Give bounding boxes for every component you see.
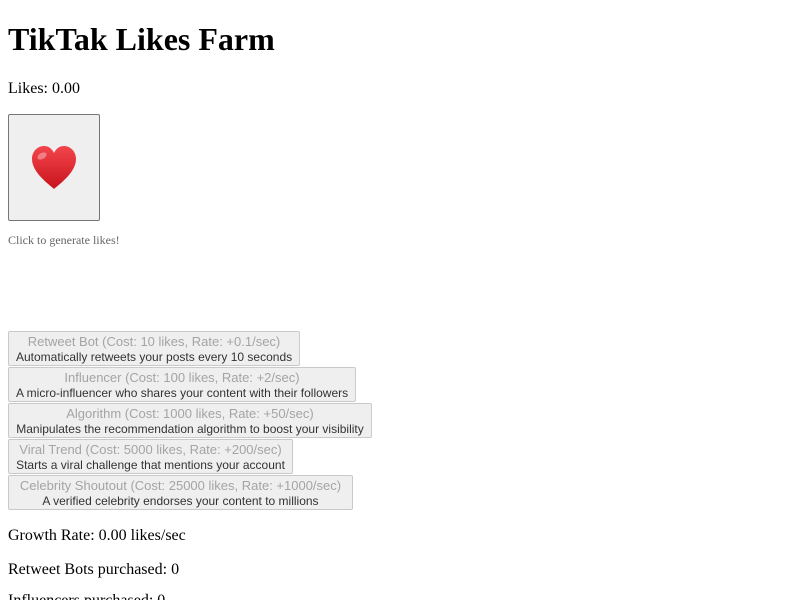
influencers-purchased: Influencers purchased: 0 (8, 591, 165, 600)
retweet-bot-upgrade-button[interactable]: Retweet Bot (Cost: 10 likes, Rate: +0.1/… (8, 331, 300, 366)
upgrade-title: Celebrity Shoutout (Cost: 25000 likes, R… (19, 477, 342, 493)
retweet-bots-purchased: Retweet Bots purchased: 0 (8, 561, 180, 578)
upgrade-description: Manipulates the recommendation algorithm… (16, 421, 364, 436)
likes-label: Likes: (8, 80, 52, 97)
likes-counter: Likes: 0.00 (8, 79, 80, 99)
growth-rate: Growth Rate: 0.00 likes/sec (8, 527, 186, 544)
click-hint: Click to generate likes! (8, 233, 120, 247)
celebrity-shoutout-upgrade-button[interactable]: Celebrity Shoutout (Cost: 25000 likes, R… (8, 475, 353, 510)
upgrade-title: Retweet Bot (Cost: 10 likes, Rate: +0.1/… (27, 333, 281, 349)
upgrade-title: Influencer (Cost: 100 likes, Rate: +2/se… (64, 369, 300, 385)
likes-value: 0.00 (52, 80, 80, 97)
upgrade-description: A micro-influencer who shares your conte… (16, 385, 349, 400)
heart-icon (30, 145, 78, 191)
generate-likes-button[interactable] (8, 114, 100, 221)
algorithm-upgrade-button[interactable]: Algorithm (Cost: 1000 likes, Rate: +50/s… (8, 403, 372, 438)
upgrade-description: A verified celebrity endorses your conte… (42, 493, 319, 508)
page-title: TikTak Likes Farm (8, 21, 275, 57)
upgrade-description: Starts a viral challenge that mentions y… (16, 457, 285, 472)
influencer-upgrade-button[interactable]: Influencer (Cost: 100 likes, Rate: +2/se… (8, 367, 356, 402)
upgrade-title: Algorithm (Cost: 1000 likes, Rate: +50/s… (66, 405, 314, 421)
viral-trend-upgrade-button[interactable]: Viral Trend (Cost: 5000 likes, Rate: +20… (8, 439, 293, 474)
upgrade-title: Viral Trend (Cost: 5000 likes, Rate: +20… (19, 441, 282, 457)
upgrade-description: Automatically retweets your posts every … (16, 349, 293, 364)
